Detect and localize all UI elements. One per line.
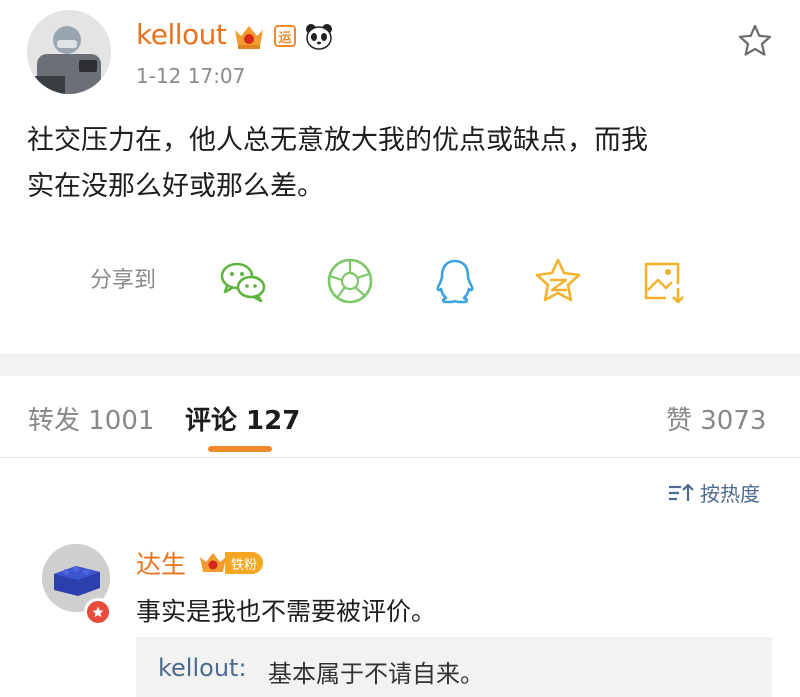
post-timestamp: 1-12 17:07 xyxy=(136,64,246,88)
wechat-icon[interactable] xyxy=(218,256,268,306)
reply-preview[interactable]: kellout: 基本属于不请自来。 xyxy=(136,637,772,697)
vip-crown-icon xyxy=(235,26,263,49)
interaction-tabs: 转发 1001 评论 127 赞 3073 xyxy=(0,376,800,458)
yun-badge: 运 xyxy=(274,25,296,47)
tab-likes[interactable]: 赞 3073 xyxy=(666,400,766,437)
favorite-star-icon[interactable] xyxy=(736,22,774,60)
active-tab-indicator xyxy=(208,446,272,452)
section-divider xyxy=(0,354,800,376)
qzone-icon[interactable] xyxy=(533,256,583,306)
comment-author-name[interactable]: 达生 xyxy=(136,545,186,581)
save-image-icon[interactable] xyxy=(638,256,688,306)
share-label: 分享到 xyxy=(90,268,157,293)
reply-text: 基本属于不请自来。 xyxy=(268,660,484,688)
verified-star-badge-icon xyxy=(84,598,112,626)
author-badges: 运 xyxy=(232,22,334,50)
sort-icon xyxy=(669,483,694,501)
sort-label: 按热度 xyxy=(700,482,760,506)
author-avatar[interactable] xyxy=(27,10,111,94)
reply-author-name[interactable]: kellout: xyxy=(158,654,247,682)
post-author-name[interactable]: kellout xyxy=(136,18,227,51)
post-text-line-1: 社交压力在，他人总无意放大我的优点或缺点，而我 xyxy=(27,125,648,156)
qq-icon[interactable] xyxy=(430,256,480,306)
tab-repost[interactable]: 转发 1001 xyxy=(28,400,154,437)
post-text: 社交压力在，他人总无意放大我的优点或缺点，而我 实在没那么好或那么差。 xyxy=(27,118,777,210)
tab-comments[interactable]: 评论 127 xyxy=(185,400,300,437)
sort-button[interactable]: 按热度 xyxy=(666,478,760,507)
moments-icon[interactable] xyxy=(325,256,375,306)
panda-icon xyxy=(306,24,332,50)
fan-badge: 铁粉 xyxy=(197,550,264,576)
post-text-line-2: 实在没那么好或那么差。 xyxy=(27,171,324,202)
comment-text: 事实是我也不需要被评价。 xyxy=(136,597,437,626)
fan-badge-label: 铁粉 xyxy=(225,552,264,574)
